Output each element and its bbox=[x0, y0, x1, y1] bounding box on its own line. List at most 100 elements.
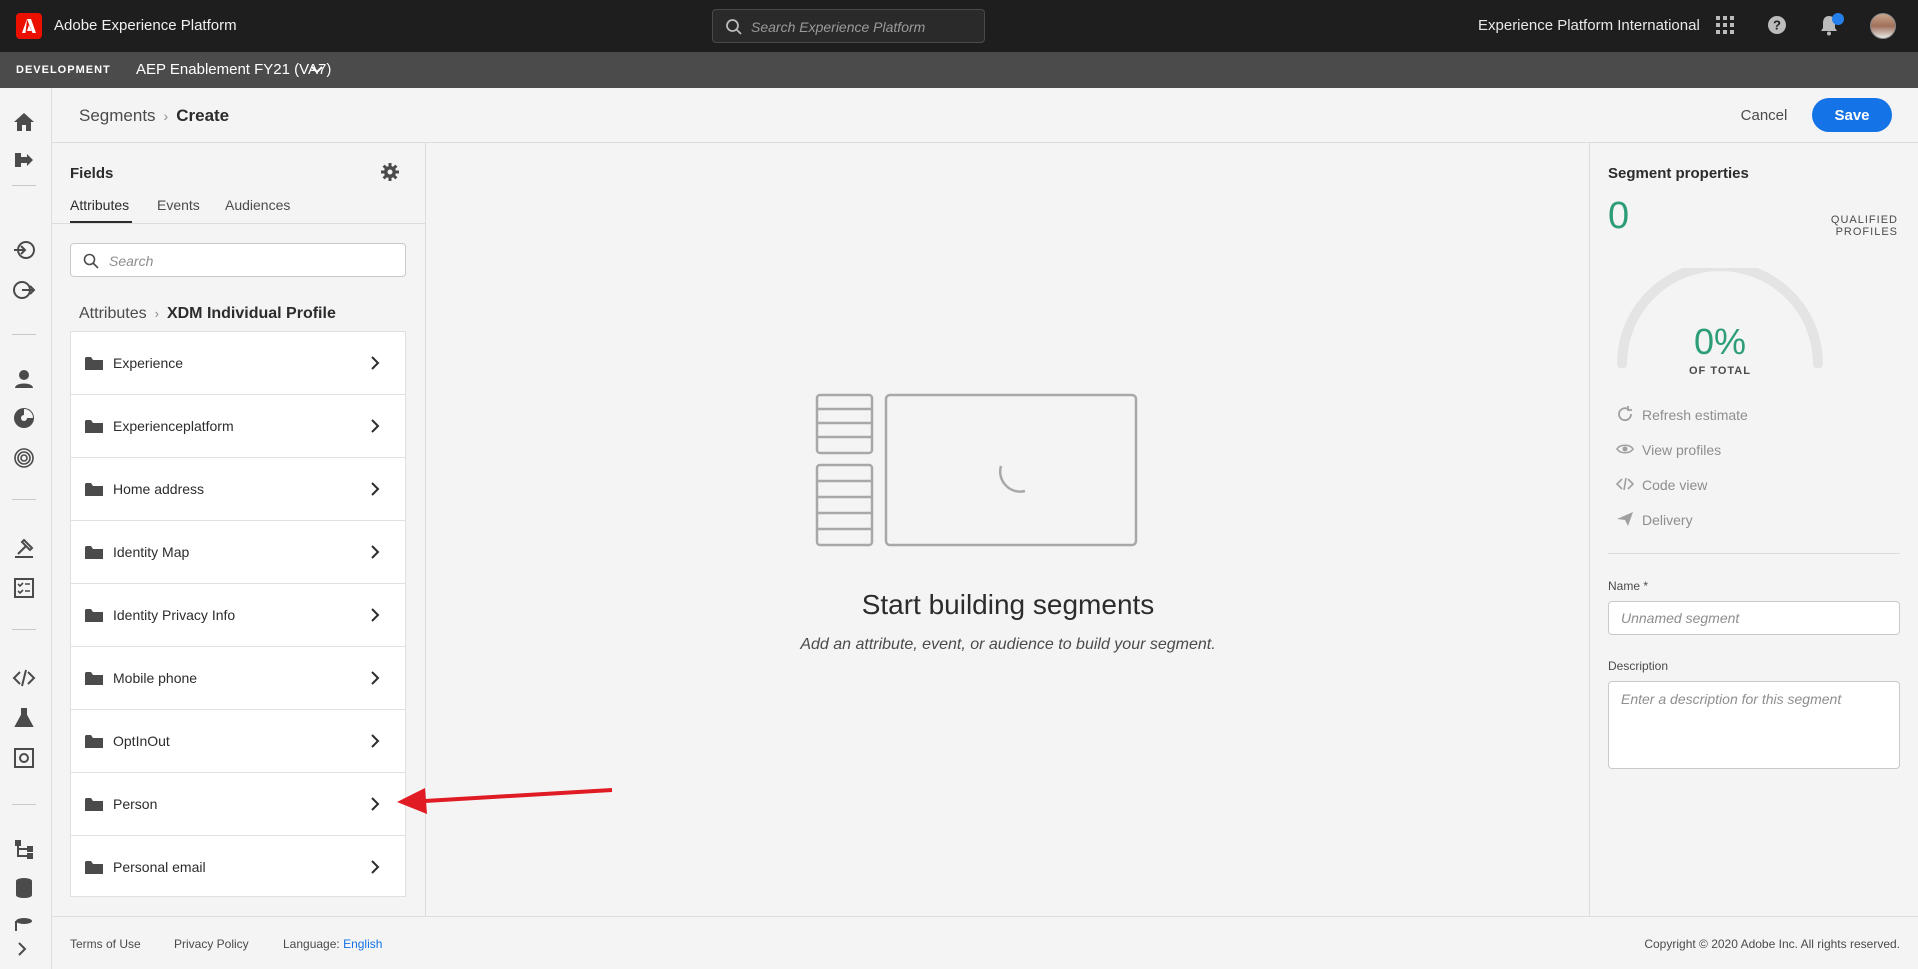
percent-of-total: 0% bbox=[1693, 321, 1747, 362]
gear-icon[interactable] bbox=[380, 162, 400, 182]
language-selector[interactable]: Language: English bbox=[283, 937, 382, 951]
copyright-text: Copyright © 2020 Adobe Inc. All rights r… bbox=[1644, 937, 1900, 951]
folder-icon bbox=[85, 861, 103, 874]
notification-badge bbox=[1832, 13, 1844, 25]
folder-item[interactable]: Personal email bbox=[71, 836, 405, 896]
refresh-estimate-label: Refresh estimate bbox=[1642, 407, 1748, 423]
segment-name-field[interactable] bbox=[1608, 601, 1900, 635]
chevron-right-icon[interactable] bbox=[369, 608, 381, 622]
folder-icon bbox=[85, 672, 103, 685]
terms-of-use-link[interactable]: Terms of Use bbox=[70, 937, 141, 951]
breadcrumb-separator-icon: › bbox=[154, 306, 159, 321]
attributes-breadcrumb: Attributes › XDM Individual Profile bbox=[79, 305, 336, 323]
segment-name-label: Name * bbox=[1608, 579, 1649, 593]
left-nav-rail bbox=[0, 88, 52, 969]
properties-title: Segment properties bbox=[1608, 165, 1749, 182]
cancel-button[interactable]: Cancel bbox=[1728, 100, 1800, 130]
chevron-right-icon[interactable] bbox=[369, 482, 381, 496]
properties-divider bbox=[1608, 553, 1900, 554]
rail-divider bbox=[12, 334, 36, 335]
folder-icon bbox=[85, 420, 103, 433]
save-button[interactable]: Save bbox=[1812, 98, 1892, 132]
user-avatar[interactable] bbox=[1870, 13, 1896, 39]
segment-properties-panel: Segment properties 0 QUALIFIED PROFILES … bbox=[1589, 143, 1918, 916]
attributes-breadcrumb-root[interactable]: Attributes bbox=[79, 305, 147, 322]
fields-panel: Fields Attributes Events Audiences Attri… bbox=[52, 143, 426, 916]
chevron-right-icon[interactable] bbox=[369, 671, 381, 685]
chevron-right-icon[interactable] bbox=[369, 545, 381, 559]
chevron-down-icon[interactable] bbox=[310, 63, 324, 77]
folder-item[interactable]: Identity Privacy Info bbox=[71, 584, 405, 647]
empty-state-illustration bbox=[815, 393, 1138, 547]
attribute-folder-list: Experience Experienceplatform Home address… bbox=[70, 331, 406, 897]
rail-divider bbox=[12, 499, 36, 500]
folder-item[interactable]: OptInOut bbox=[71, 710, 405, 773]
queries-icon[interactable] bbox=[12, 916, 36, 940]
folder-item[interactable]: Mobile phone bbox=[71, 647, 405, 710]
breadcrumb-segments[interactable]: Segments bbox=[79, 106, 156, 125]
rail-divider bbox=[12, 804, 36, 805]
qualified-profiles-label: QUALIFIED PROFILES bbox=[1830, 214, 1898, 238]
breadcrumb-separator-icon: › bbox=[163, 108, 169, 124]
footer: Terms of Use Privacy Policy Language: En… bbox=[52, 916, 1918, 969]
breadcrumb: Segments › Create bbox=[79, 106, 229, 126]
global-search[interactable] bbox=[712, 9, 985, 43]
chevron-right-icon[interactable] bbox=[369, 860, 381, 874]
privacy-policy-link[interactable]: Privacy Policy bbox=[174, 937, 249, 951]
tab-audiences[interactable]: Audiences bbox=[225, 197, 290, 213]
breadcrumb-create: Create bbox=[176, 106, 230, 125]
code-icon[interactable] bbox=[12, 666, 36, 690]
folder-item-label: OptInOut bbox=[113, 733, 170, 749]
adobe-logo[interactable] bbox=[16, 13, 42, 39]
identities-icon[interactable] bbox=[12, 446, 36, 470]
tab-attributes[interactable]: Attributes bbox=[70, 197, 129, 213]
folder-item-label: Identity Map bbox=[113, 544, 190, 560]
org-switcher[interactable]: Experience Platform International bbox=[1478, 17, 1700, 34]
segments-icon[interactable] bbox=[12, 406, 36, 430]
sandbox-bar: DEVELOPMENT AEP Enablement FY21 (VA7) bbox=[0, 52, 1918, 88]
destinations-icon[interactable] bbox=[12, 278, 36, 302]
monitoring-icon[interactable] bbox=[12, 576, 36, 600]
apps-grid-icon[interactable] bbox=[1714, 14, 1736, 36]
sandbox-name[interactable]: AEP Enablement FY21 (VA7) bbox=[136, 61, 331, 78]
folder-item[interactable]: Experienceplatform bbox=[71, 395, 405, 458]
refresh-icon bbox=[1618, 406, 1632, 422]
fields-search[interactable] bbox=[70, 243, 406, 277]
chevron-right-icon[interactable] bbox=[369, 419, 381, 433]
profiles-icon[interactable] bbox=[12, 367, 36, 391]
sources-icon[interactable] bbox=[12, 238, 36, 262]
tab-events[interactable]: Events bbox=[157, 197, 200, 213]
search-icon bbox=[726, 19, 742, 35]
folder-item[interactable]: Identity Map bbox=[71, 521, 405, 584]
rail-divider bbox=[12, 185, 36, 186]
flask-icon[interactable] bbox=[12, 706, 36, 730]
fields-search-input[interactable] bbox=[109, 250, 399, 272]
search-icon bbox=[83, 253, 99, 269]
segment-description-label: Description bbox=[1608, 659, 1669, 673]
chevron-right-icon[interactable] bbox=[369, 356, 381, 370]
chevron-right-icon[interactable] bbox=[369, 797, 381, 811]
home-icon[interactable] bbox=[12, 110, 36, 134]
language-value[interactable]: English bbox=[343, 937, 382, 951]
folder-item-label: Person bbox=[113, 796, 158, 812]
workflows-icon[interactable] bbox=[12, 148, 36, 172]
global-search-input[interactable] bbox=[751, 16, 976, 38]
settings-icon[interactable] bbox=[12, 746, 36, 770]
folder-item[interactable]: Experience bbox=[71, 332, 405, 395]
help-icon[interactable]: ? bbox=[1766, 14, 1788, 36]
folder-icon bbox=[85, 735, 103, 748]
segment-description-field[interactable] bbox=[1608, 681, 1900, 769]
folder-item[interactable]: Person bbox=[71, 773, 405, 836]
folder-item-label: Mobile phone bbox=[113, 670, 198, 686]
attributes-breadcrumb-current: XDM Individual Profile bbox=[166, 305, 336, 322]
expand-rail-icon[interactable] bbox=[14, 941, 30, 957]
chevron-right-icon[interactable] bbox=[369, 734, 381, 748]
app-title[interactable]: Adobe Experience Platform bbox=[54, 17, 237, 34]
folder-item[interactable]: Home address bbox=[71, 458, 405, 521]
delivery-label: Delivery bbox=[1642, 512, 1693, 528]
policies-icon[interactable] bbox=[12, 536, 36, 560]
schemas-icon[interactable] bbox=[12, 837, 36, 861]
datasets-icon[interactable] bbox=[12, 876, 36, 900]
adobe-logo-icon bbox=[22, 19, 36, 33]
sandbox-environment: DEVELOPMENT bbox=[16, 64, 111, 76]
